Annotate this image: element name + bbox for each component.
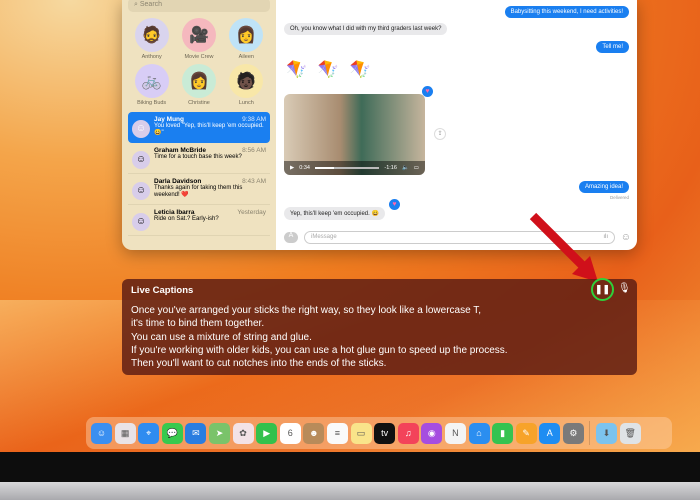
dock-finder-icon[interactable]: ☺ [91,422,112,444]
laptop-base [0,482,700,500]
caption-line: Once you've arranged your sticks the rig… [131,305,482,316]
live-captions-panel: Live Captions Once you've arranged your … [122,279,637,375]
laptop-bezel [0,452,700,482]
caption-line: Then you'll want to cut notches into the… [131,358,387,370]
dock-photos-icon[interactable]: ✿ [232,422,254,444]
dock-maps-icon[interactable]: ➤ [208,422,230,444]
microphone-icon[interactable]: 🎙 [618,283,631,294]
dock-safari-icon[interactable]: ⌖ [138,422,160,444]
dock-pages-icon[interactable]: ✎ [515,422,537,444]
dock-downloads-icon[interactable]: ⬇ [596,422,618,444]
dock-tv-icon[interactable]: tv [374,422,396,444]
dock-system-settings-icon[interactable]: ⚙ [562,422,584,444]
dock-app-store-icon[interactable]: A [539,422,561,444]
dock-music-icon[interactable]: ♫ [397,422,419,444]
dock-mail-icon[interactable]: ✉ [185,422,207,444]
arrow-shaft [529,212,587,270]
pause-captions-button[interactable]: ❚❚ [591,278,614,301]
caption-text: Once you've arranged your sticks the rig… [131,304,628,370]
dock-calendar-icon[interactable]: 6 [279,422,301,444]
dock-facetime-icon[interactable]: ▶ [256,422,278,444]
dock-notes-icon[interactable]: ▭ [350,422,372,444]
dock-reminders-icon[interactable]: ≡ [326,422,348,444]
caption-line: it's time to bind them together. [131,318,265,330]
dock: ☺ ▦ ⌖ 💬 ✉ ➤ ✿ ▶ 6 ☻ ≡ ▭ tv ♫ ◉ N ⌂ ▮ ✎ A ⚙ ⬇ 🗑 [86,417,672,449]
caption-line: You can use a mixture of string and glue… [131,331,312,343]
dock-keynote-icon[interactable]: ⌂ [468,422,490,444]
dock-separator [589,421,591,445]
dock-podcasts-icon[interactable]: ◉ [421,422,443,444]
dock-launchpad-icon[interactable]: ▦ [114,422,136,444]
dock-contacts-icon[interactable]: ☻ [303,422,325,444]
live-captions-title: Live Captions [131,285,194,296]
caption-line: If you're working with older kids, you c… [131,344,508,356]
dock-numbers-icon[interactable]: ▮ [492,422,514,444]
dock-messages-icon[interactable]: 💬 [161,422,183,444]
dock-trash-icon[interactable]: 🗑 [619,422,641,444]
dock-news-icon[interactable]: N [444,422,466,444]
